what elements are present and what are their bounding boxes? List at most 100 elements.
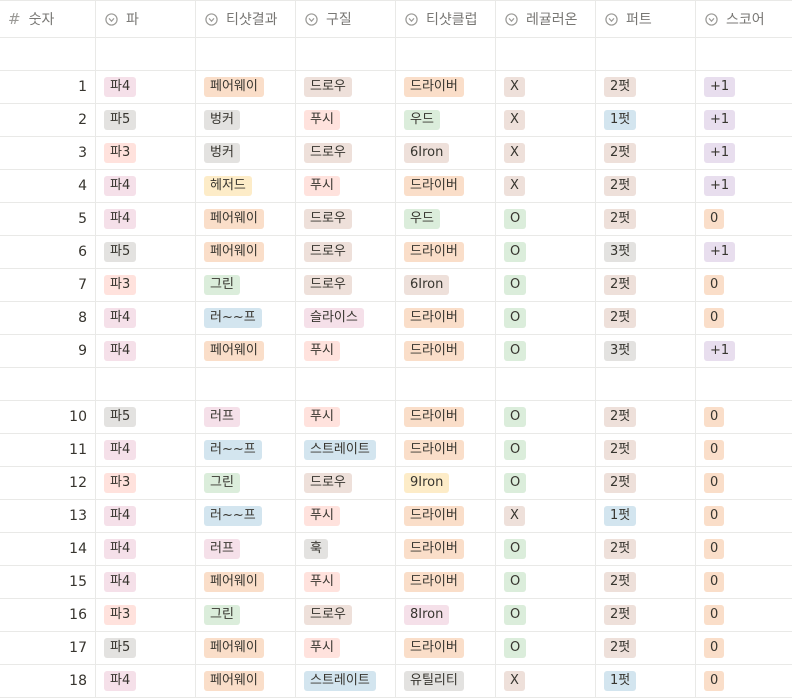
- tee-result-cell[interactable]: 러~~프: [196, 434, 296, 466]
- regulation-on-cell[interactable]: O: [496, 533, 596, 565]
- score-cell[interactable]: +1: [696, 71, 792, 103]
- par-cell[interactable]: 파3: [96, 137, 196, 169]
- regulation-on-cell[interactable]: O: [496, 632, 596, 664]
- hole-number-cell[interactable]: 15: [0, 566, 96, 598]
- shot-shape-cell[interactable]: 드로우: [296, 71, 396, 103]
- shot-shape-cell[interactable]: 푸시: [296, 500, 396, 532]
- score-cell[interactable]: 0: [696, 401, 792, 433]
- tee-club-cell[interactable]: 드라이버: [396, 170, 496, 202]
- regulation-on-cell[interactable]: O: [496, 599, 596, 631]
- header-par[interactable]: 파: [96, 1, 196, 37]
- tee-club-cell[interactable]: 드라이버: [396, 335, 496, 367]
- tee-result-cell[interactable]: 러프: [196, 401, 296, 433]
- shot-shape-cell[interactable]: 드로우: [296, 236, 396, 268]
- table-row[interactable]: 13 파4 러~~프 푸시 드라이버 X 1펏 0: [0, 500, 792, 533]
- score-cell[interactable]: 0: [696, 632, 792, 664]
- table-row[interactable]: 1 파4 페어웨이 드로우 드라이버 X 2펏 +1: [0, 71, 792, 104]
- tee-result-cell[interactable]: 러프: [196, 533, 296, 565]
- putt-cell[interactable]: 2펏: [596, 71, 696, 103]
- table-row[interactable]: 18 파4 페어웨이 스트레이트 유틸리티 X 1펏 0: [0, 665, 792, 698]
- table-row[interactable]: 4 파4 헤저드 푸시 드라이버 X 2펏 +1: [0, 170, 792, 203]
- table-row[interactable]: 6 파5 페어웨이 드로우 드라이버 O 3펏 +1: [0, 236, 792, 269]
- hole-number-cell[interactable]: 9: [0, 335, 96, 367]
- par-cell[interactable]: 파5: [96, 236, 196, 268]
- par-cell[interactable]: 파3: [96, 269, 196, 301]
- putt-cell[interactable]: [596, 38, 696, 70]
- putt-cell[interactable]: 2펏: [596, 170, 696, 202]
- hole-number-cell[interactable]: 10: [0, 401, 96, 433]
- header-number[interactable]: # 숫자: [0, 1, 96, 37]
- regulation-on-cell[interactable]: O: [496, 335, 596, 367]
- regulation-on-cell[interactable]: O: [496, 269, 596, 301]
- putt-cell[interactable]: 3펏: [596, 335, 696, 367]
- putt-cell[interactable]: 1펏: [596, 665, 696, 697]
- hole-number-cell[interactable]: [0, 38, 96, 70]
- par-cell[interactable]: 파4: [96, 500, 196, 532]
- putt-cell[interactable]: 2펏: [596, 302, 696, 334]
- tee-club-cell[interactable]: 드라이버: [396, 533, 496, 565]
- par-cell[interactable]: [96, 368, 196, 400]
- table-row[interactable]: 12 파3 그린 드로우 9Iron O 2펏 0: [0, 467, 792, 500]
- tee-result-cell[interactable]: 페어웨이: [196, 665, 296, 697]
- putt-cell[interactable]: 2펏: [596, 566, 696, 598]
- score-cell[interactable]: 0: [696, 434, 792, 466]
- header-tee-result[interactable]: 티샷결과: [196, 1, 296, 37]
- tee-result-cell[interactable]: 페어웨이: [196, 335, 296, 367]
- shot-shape-cell[interactable]: 훅: [296, 533, 396, 565]
- score-cell[interactable]: [696, 38, 792, 70]
- regulation-on-cell[interactable]: X: [496, 71, 596, 103]
- shot-shape-cell[interactable]: 스트레이트: [296, 665, 396, 697]
- par-cell[interactable]: 파4: [96, 533, 196, 565]
- score-cell[interactable]: 0: [696, 566, 792, 598]
- putt-cell[interactable]: 2펏: [596, 599, 696, 631]
- regulation-on-cell[interactable]: O: [496, 302, 596, 334]
- score-cell[interactable]: +1: [696, 104, 792, 136]
- tee-result-cell[interactable]: 러~~프: [196, 500, 296, 532]
- hole-number-cell[interactable]: 16: [0, 599, 96, 631]
- score-cell[interactable]: 0: [696, 500, 792, 532]
- regulation-on-cell[interactable]: O: [496, 401, 596, 433]
- header-score[interactable]: 스코어: [696, 1, 792, 37]
- tee-result-cell[interactable]: 그린: [196, 599, 296, 631]
- tee-result-cell[interactable]: 그린: [196, 467, 296, 499]
- shot-shape-cell[interactable]: [296, 38, 396, 70]
- shot-shape-cell[interactable]: 드로우: [296, 269, 396, 301]
- hole-number-cell[interactable]: [0, 368, 96, 400]
- tee-result-cell[interactable]: 벙커: [196, 137, 296, 169]
- hole-number-cell[interactable]: 5: [0, 203, 96, 235]
- tee-result-cell[interactable]: 페어웨이: [196, 236, 296, 268]
- tee-club-cell[interactable]: 6Iron: [396, 137, 496, 169]
- par-cell[interactable]: 파4: [96, 71, 196, 103]
- putt-cell[interactable]: 2펏: [596, 269, 696, 301]
- par-cell[interactable]: 파4: [96, 566, 196, 598]
- par-cell[interactable]: 파3: [96, 467, 196, 499]
- tee-result-cell[interactable]: 페어웨이: [196, 203, 296, 235]
- table-row[interactable]: 16 파3 그린 드로우 8Iron O 2펏 0: [0, 599, 792, 632]
- regulation-on-cell[interactable]: O: [496, 434, 596, 466]
- hole-number-cell[interactable]: 11: [0, 434, 96, 466]
- putt-cell[interactable]: 2펏: [596, 137, 696, 169]
- tee-club-cell[interactable]: 드라이버: [396, 632, 496, 664]
- hole-number-cell[interactable]: 2: [0, 104, 96, 136]
- regulation-on-cell[interactable]: X: [496, 170, 596, 202]
- table-row[interactable]: 15 파4 페어웨이 푸시 드라이버 O 2펏 0: [0, 566, 792, 599]
- par-cell[interactable]: 파5: [96, 104, 196, 136]
- tee-club-cell[interactable]: 유틸리티: [396, 665, 496, 697]
- hole-number-cell[interactable]: 14: [0, 533, 96, 565]
- par-cell[interactable]: 파4: [96, 335, 196, 367]
- score-cell[interactable]: +1: [696, 236, 792, 268]
- regulation-on-cell[interactable]: X: [496, 137, 596, 169]
- putt-cell[interactable]: 2펏: [596, 401, 696, 433]
- tee-club-cell[interactable]: 우드: [396, 203, 496, 235]
- tee-club-cell[interactable]: 6Iron: [396, 269, 496, 301]
- regulation-on-cell[interactable]: O: [496, 467, 596, 499]
- tee-club-cell[interactable]: 드라이버: [396, 236, 496, 268]
- regulation-on-cell[interactable]: X: [496, 500, 596, 532]
- table-row[interactable]: 11 파4 러~~프 스트레이트 드라이버 O 2펏 0: [0, 434, 792, 467]
- empty-row[interactable]: [0, 368, 792, 401]
- table-row[interactable]: 17 파5 페어웨이 푸시 드라이버 O 2펏 0: [0, 632, 792, 665]
- hole-number-cell[interactable]: 8: [0, 302, 96, 334]
- regulation-on-cell[interactable]: O: [496, 203, 596, 235]
- shot-shape-cell[interactable]: [296, 368, 396, 400]
- shot-shape-cell[interactable]: 스트레이트: [296, 434, 396, 466]
